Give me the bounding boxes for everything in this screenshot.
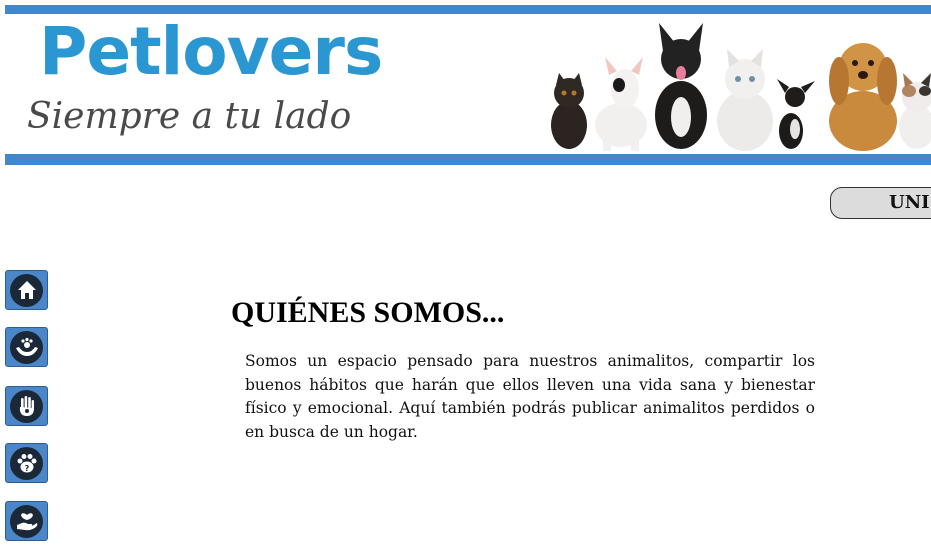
spaniel-figure <box>829 43 897 151</box>
header-banner: Petlovers Siempre a tu lado <box>5 5 931 165</box>
brand-tagline: Siempre a tu lado <box>27 96 352 137</box>
black-cat-figure <box>551 73 587 149</box>
chihuahua-figure <box>777 79 815 149</box>
kitten-figure <box>899 73 931 149</box>
sidebar-care-button[interactable] <box>5 327 48 367</box>
pet-care-icon <box>10 330 43 364</box>
sidebar-adoption-button[interactable] <box>5 501 48 541</box>
page-heading: QUIÉNES SOMOS... <box>231 296 505 329</box>
adoption-heart-icon <box>10 504 43 538</box>
brand-logo-title[interactable]: Petlovers <box>39 19 383 85</box>
banner-bottom-stripe <box>5 154 931 165</box>
sidebar-home-button[interactable] <box>5 270 48 310</box>
sidebar-lost-pets-button[interactable]: ? <box>5 443 48 483</box>
home-icon <box>10 273 43 307</box>
white-dog-figure <box>595 57 647 151</box>
nav-menu-label: UNI <box>889 192 930 213</box>
bulldog-figure <box>655 23 707 149</box>
lost-pet-icon: ? <box>10 446 43 480</box>
white-cat-figure <box>717 49 773 151</box>
nav-menu-button[interactable]: UNI <box>830 187 931 219</box>
pets-illustration <box>551 23 931 151</box>
about-paragraph: Somos un espacio pensado para nuestros a… <box>245 352 815 441</box>
svg-text:?: ? <box>24 464 29 473</box>
sidebar-paw-hand-button[interactable] <box>5 386 48 426</box>
paw-hand-icon <box>10 389 43 423</box>
